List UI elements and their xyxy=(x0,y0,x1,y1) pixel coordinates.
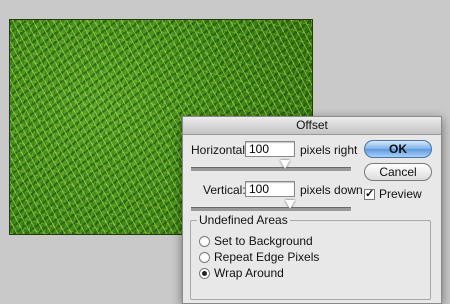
checkmark-icon: ✓ xyxy=(365,188,375,200)
undefined-areas-legend: Undefined Areas xyxy=(197,213,290,227)
wrap-around-radio[interactable] xyxy=(199,268,210,279)
cancel-button[interactable]: Cancel xyxy=(364,163,432,181)
set-to-background-label: Set to Background xyxy=(214,234,313,248)
horizontal-unit: pixels right xyxy=(300,143,358,157)
set-to-background-radio[interactable] xyxy=(199,236,210,247)
offset-dialog: Offset Horizontal: pixels right Vertical… xyxy=(182,116,442,304)
vertical-label: Vertical: xyxy=(203,183,246,197)
vertical-unit: pixels down xyxy=(300,183,363,197)
dialog-title: Offset xyxy=(183,117,441,135)
vertical-input[interactable] xyxy=(245,181,295,197)
preview-checkbox[interactable]: ✓ xyxy=(364,189,375,200)
horizontal-label: Horizontal: xyxy=(191,143,249,157)
repeat-edge-pixels-radio[interactable] xyxy=(199,252,210,263)
horizontal-slider-track[interactable] xyxy=(191,167,351,171)
wrap-around-label: Wrap Around xyxy=(214,266,284,280)
horizontal-slider-thumb[interactable] xyxy=(280,160,290,169)
horizontal-input[interactable] xyxy=(245,141,295,157)
preview-label: Preview xyxy=(379,187,422,201)
repeat-edge-pixels-label: Repeat Edge Pixels xyxy=(214,250,320,264)
vertical-slider-track[interactable] xyxy=(191,207,351,211)
vertical-slider-thumb[interactable] xyxy=(285,200,295,209)
ok-button[interactable]: OK xyxy=(364,140,432,158)
